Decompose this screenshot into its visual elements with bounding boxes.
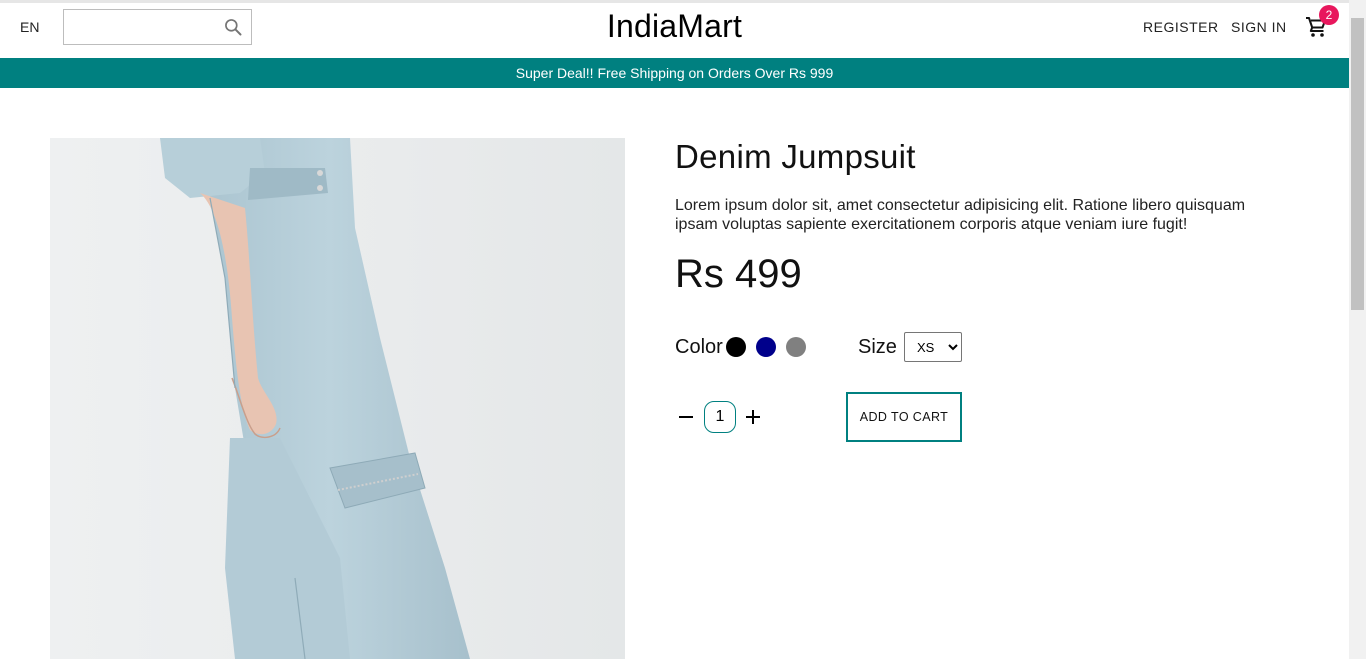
quantity-increase-button[interactable] <box>744 404 762 430</box>
color-label: Color <box>675 336 723 358</box>
quantity-decrease-button[interactable] <box>677 404 695 430</box>
plus-icon <box>746 410 760 424</box>
product-image <box>50 138 625 659</box>
language-label: EN <box>20 19 40 35</box>
color-swatch-darkblue[interactable] <box>756 337 776 357</box>
announcement-bar: Super Deal!! Free Shipping on Orders Ove… <box>0 58 1349 88</box>
register-link[interactable]: REGISTER <box>1143 19 1219 35</box>
color-swatch-gray[interactable] <box>786 337 806 357</box>
size-label: Size <box>858 336 897 358</box>
add-to-cart-button[interactable]: ADD TO CART <box>846 392 962 442</box>
navbar: EN IndiaMart REGISTER SIGN IN 2 <box>0 3 1349 58</box>
signin-link[interactable]: SIGN IN <box>1231 19 1287 35</box>
product-title: Denim Jumpsuit <box>675 138 916 175</box>
color-swatch-black[interactable] <box>726 337 746 357</box>
search-box <box>63 9 252 45</box>
search-icon[interactable] <box>223 17 243 37</box>
quantity-value: 1 <box>704 401 736 433</box>
minus-icon <box>679 416 693 418</box>
scrollbar-thumb[interactable] <box>1351 18 1364 310</box>
vertical-scrollbar[interactable] <box>1349 0 1366 659</box>
product-description: Lorem ipsum dolor sit, amet consectetur … <box>675 197 1246 233</box>
product-price: Rs 499 <box>675 252 802 296</box>
search-input[interactable] <box>64 10 214 44</box>
product-photo-illustration <box>160 138 470 659</box>
size-select[interactable]: XS <box>904 332 962 362</box>
cart-count-badge: 2 <box>1319 5 1339 25</box>
